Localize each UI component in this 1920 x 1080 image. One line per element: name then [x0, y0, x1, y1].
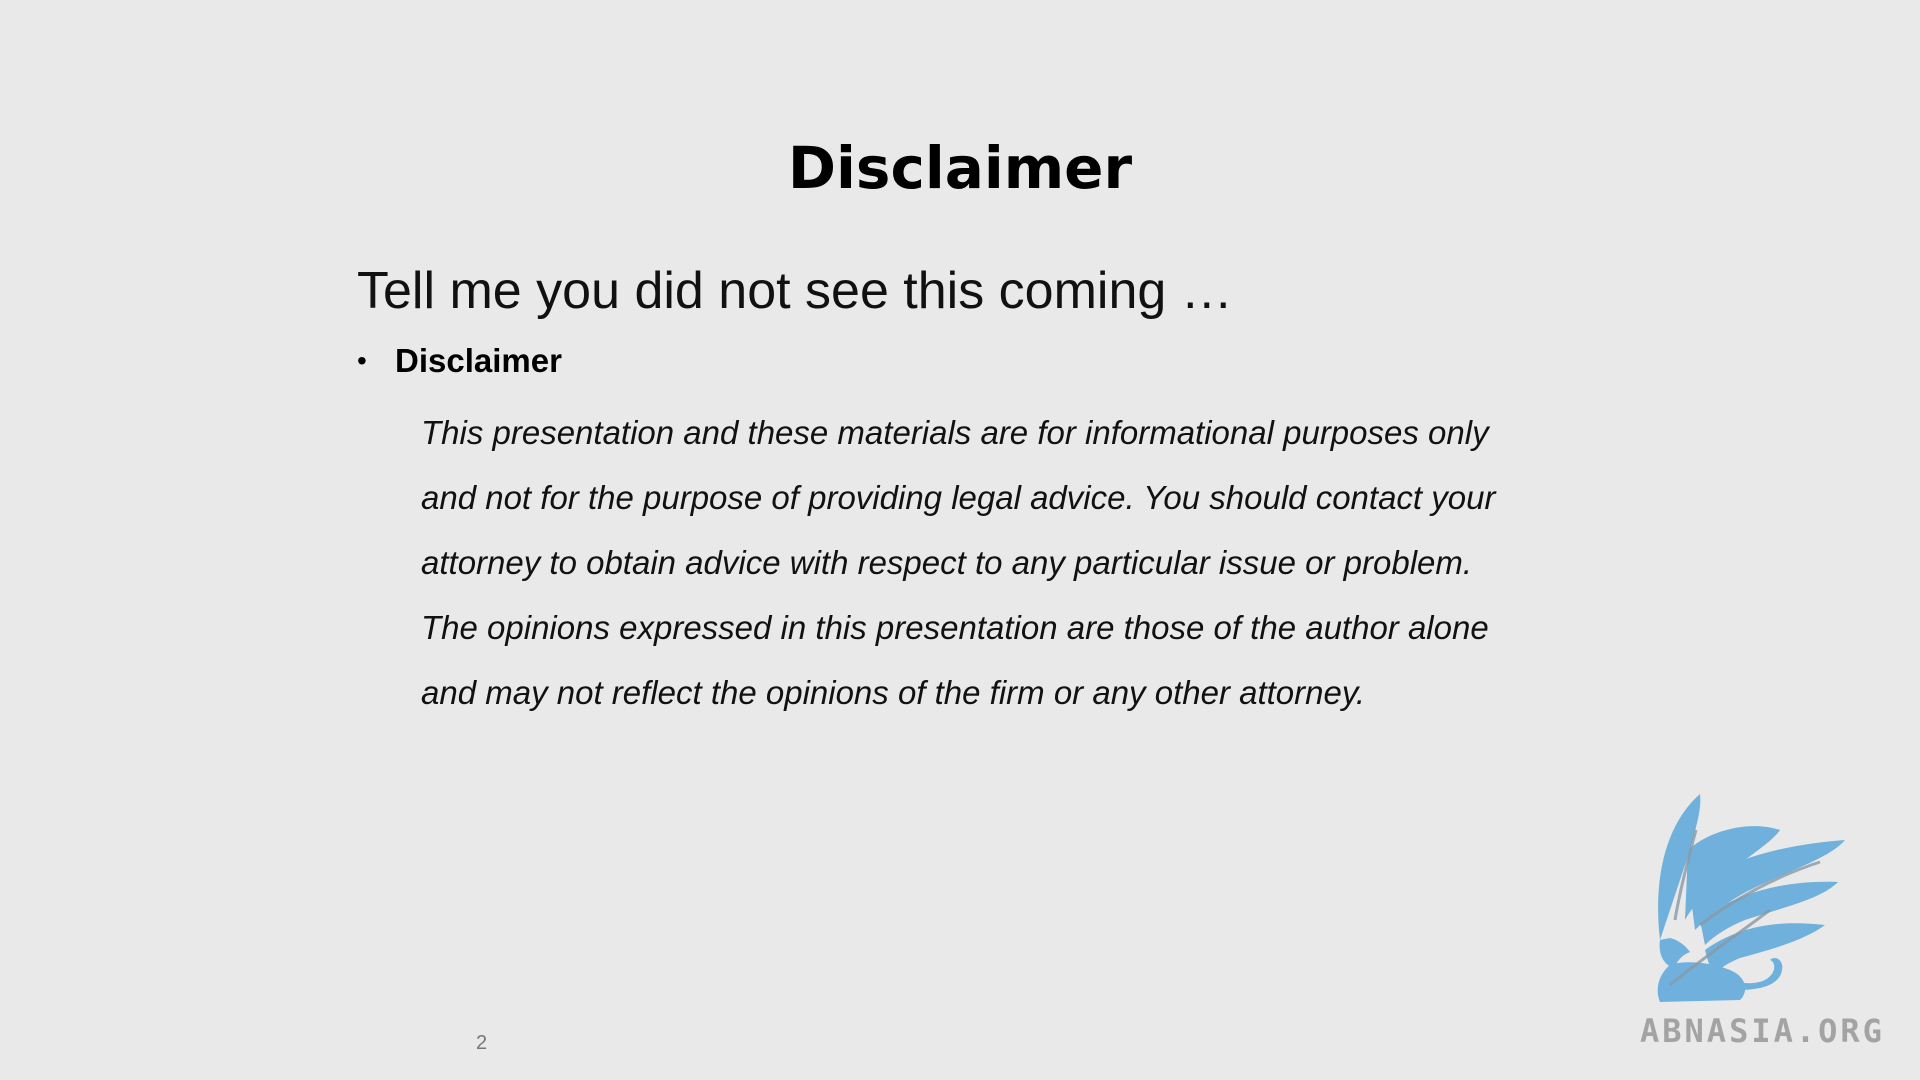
bullet-marker: •: [357, 345, 367, 376]
disclaimer-line: This presentation and these materials ar…: [421, 414, 1489, 451]
page-number: 2: [476, 1032, 488, 1054]
bullet-label: Disclaimer: [395, 342, 562, 379]
disclaimer-line: and may not reflect the opinions of the …: [421, 674, 1366, 711]
bullet-item: • Disclaimer: [357, 340, 562, 382]
watermark-logo: ABNASIA.ORG: [1630, 790, 1920, 1050]
disclaimer-line: The opinions expressed in this presentat…: [421, 609, 1489, 646]
griffin-logo-icon: [1657, 794, 1845, 1002]
watermark-text: ABNASIA.ORG: [1640, 1012, 1885, 1050]
disclaimer-line: and not for the purpose of providing leg…: [421, 479, 1496, 516]
slide-subtitle: Tell me you did not see this coming …: [357, 262, 1233, 320]
disclaimer-text: This presentation and these materials ar…: [421, 400, 1571, 725]
slide-title: Disclaimer: [787, 134, 1133, 202]
disclaimer-line: attorney to obtain advice with respect t…: [421, 544, 1473, 581]
